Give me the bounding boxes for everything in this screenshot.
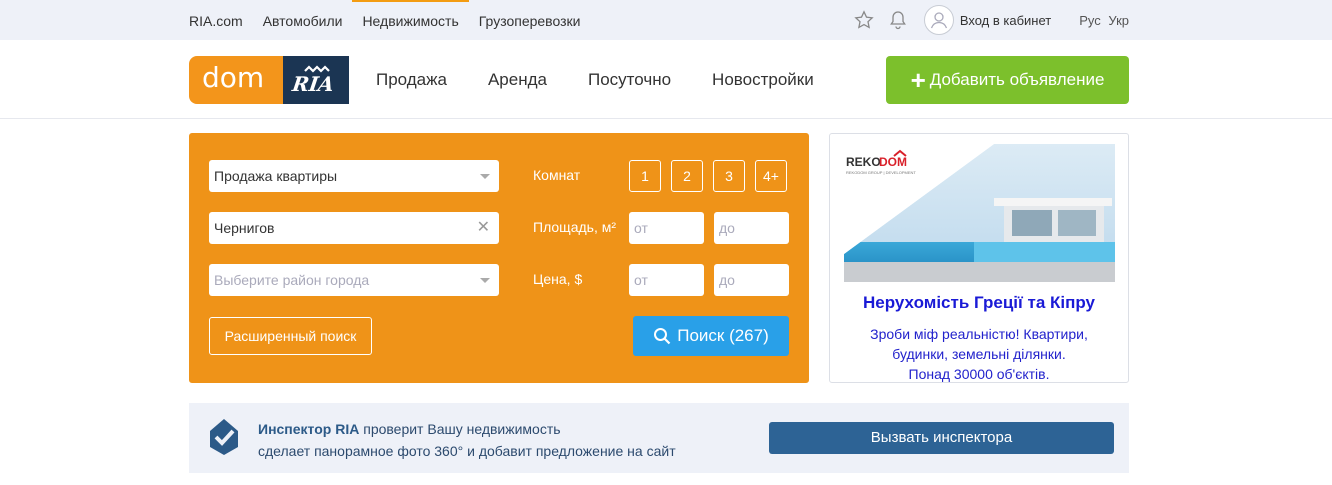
property-type-value: Продажа квартиры — [214, 168, 338, 184]
call-inspector-button[interactable]: Вызвать инспектора — [769, 422, 1114, 454]
room-option-4plus[interactable]: 4+ — [755, 160, 787, 192]
inspector-text: Инспектор RIA проверит Вашу недвижимость… — [258, 418, 676, 462]
district-select[interactable]: Выберите район города — [209, 264, 499, 296]
nav-new-buildings[interactable]: Новостройки — [712, 70, 814, 90]
login-link[interactable]: Вход в кабинет — [923, 5, 1052, 35]
area-to-input[interactable]: до — [714, 212, 789, 244]
district-placeholder: Выберите район города — [214, 272, 370, 288]
lang-uk[interactable]: Укр — [1108, 13, 1129, 28]
city-value: Чернигов — [214, 220, 275, 236]
lang-ru[interactable]: Рус — [1079, 13, 1101, 28]
ad-banner[interactable]: REKO DOM REKODOM GROUP | DEVELOPMENT Нер… — [829, 133, 1129, 383]
ad-text-line: Понад 30000 об'єктів. — [908, 366, 1050, 382]
clear-icon[interactable]: ✕ — [477, 212, 490, 244]
svg-text:RIA: RIA — [290, 72, 336, 96]
price-to-input[interactable]: до — [714, 264, 789, 296]
inspector-banner: Инспектор RIA проверит Вашу недвижимость… — [189, 403, 1129, 473]
logo-ria-mark: RIA — [283, 55, 349, 104]
ad-title[interactable]: Нерухомість Греції та Кіпру — [830, 293, 1128, 313]
logo-dom-text: dom — [189, 55, 283, 104]
star-icon[interactable] — [854, 10, 874, 30]
site-header: dom RIA Продажа Аренда Посуточно Новостр… — [0, 40, 1332, 119]
area-from-input[interactable]: от — [629, 212, 704, 244]
chevron-down-icon — [480, 278, 490, 283]
ad-image: REKO DOM REKODOM GROUP | DEVELOPMENT — [844, 144, 1115, 282]
search-panel: Продажа квартиры Чернигов ✕ Выберите рай… — [189, 133, 809, 383]
nav-daily[interactable]: Посуточно — [588, 70, 671, 90]
rooms-label: Комнат — [533, 167, 581, 183]
user-icon — [923, 5, 954, 35]
nav-sale[interactable]: Продажа — [376, 70, 447, 90]
room-option-3[interactable]: 3 — [713, 160, 745, 192]
link-real-estate[interactable]: Недвижимость — [352, 0, 470, 40]
add-listing-label: Добавить объявление — [929, 69, 1105, 89]
chevron-down-icon — [480, 174, 490, 179]
city-input[interactable]: Чернигов ✕ — [209, 212, 499, 244]
price-label: Цена, $ — [533, 271, 583, 287]
plus-icon: + — [910, 64, 926, 95]
inspector-line2: сделает панорамное фото 360° и добавит п… — [258, 443, 676, 459]
add-listing-button[interactable]: + Добавить объявление — [886, 55, 1129, 104]
ad-text-line: Зроби міф реальністю! Квартири, — [870, 326, 1088, 342]
svg-text:DOM: DOM — [879, 155, 907, 169]
search-button-label: Поиск (267) — [677, 326, 769, 345]
search-icon — [654, 328, 671, 345]
inspector-brand: Инспектор RIA — [258, 421, 360, 437]
nav-rent[interactable]: Аренда — [488, 70, 547, 90]
ad-description: Зроби міф реальністю! Квартири, будинки,… — [840, 324, 1118, 382]
room-option-1[interactable]: 1 — [629, 160, 661, 192]
svg-text:REKODOM GROUP | DEVELOPMENT: REKODOM GROUP | DEVELOPMENT — [846, 170, 916, 175]
link-autos[interactable]: Автомобили — [263, 0, 343, 40]
link-cargo[interactable]: Грузоперевозки — [479, 0, 581, 40]
property-type-select[interactable]: Продажа квартиры — [209, 160, 499, 192]
top-bar: RIA.com Автомобили Недвижимость Грузопер… — [0, 0, 1332, 40]
room-option-2[interactable]: 2 — [671, 160, 703, 192]
portal-nav: RIA.com Автомобили Недвижимость Грузопер… — [189, 0, 600, 40]
ad-text-line: будинки, земельні ділянки. — [892, 346, 1066, 362]
svg-text:REKO: REKO — [846, 155, 881, 169]
inspector-shield-icon — [204, 417, 244, 462]
language-switch: Рус Укр — [1075, 13, 1129, 28]
bell-icon[interactable] — [888, 10, 908, 30]
link-ria-com[interactable]: RIA.com — [189, 0, 243, 40]
dom-ria-logo[interactable]: dom RIA — [189, 55, 349, 104]
price-from-input[interactable]: от — [629, 264, 704, 296]
advanced-search-button[interactable]: Расширенный поиск — [209, 317, 372, 355]
inspector-line1: проверит Вашу недвижимость — [359, 421, 561, 437]
search-button[interactable]: Поиск (267) — [633, 316, 789, 356]
area-label: Площадь, м² — [533, 219, 617, 235]
login-label: Вход в кабинет — [959, 12, 1052, 28]
main-nav: Продажа Аренда Посуточно Новостройки — [376, 70, 855, 90]
